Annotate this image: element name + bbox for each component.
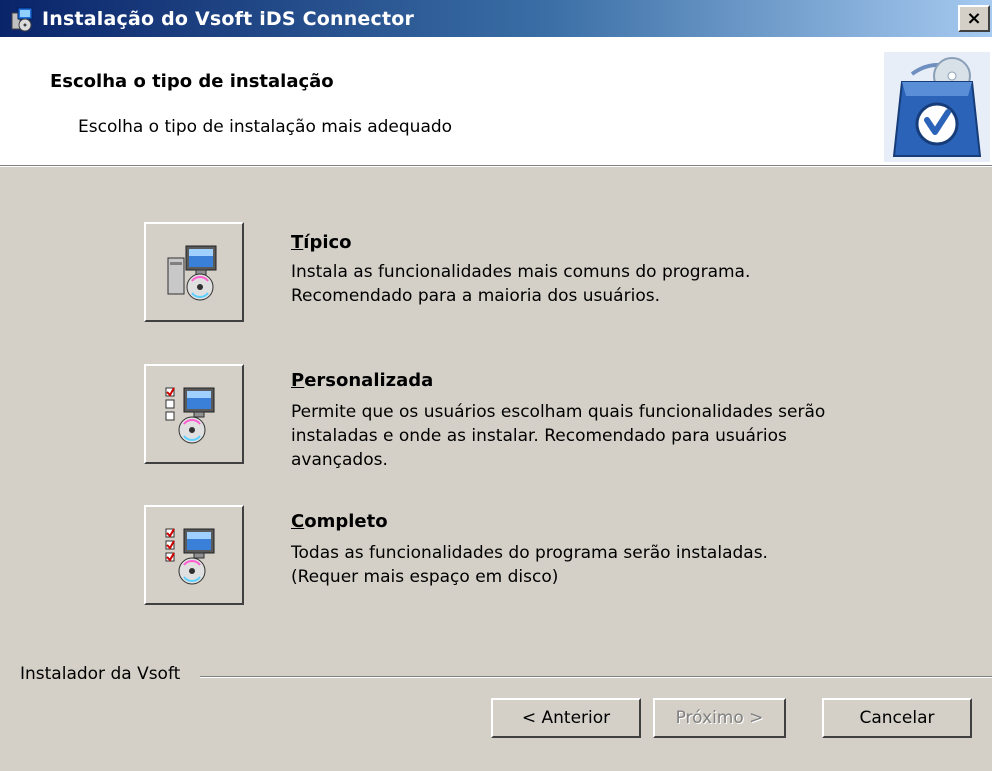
custom-install-button[interactable] bbox=[144, 364, 244, 464]
typical-install-icon bbox=[167, 245, 217, 301]
custom-description: Permite que os usuários escolham quais f… bbox=[291, 402, 826, 470]
footer-brand-line: Instalador da Vsoft bbox=[0, 664, 992, 686]
footer-separator bbox=[200, 676, 992, 678]
complete-title[interactable]: Completo bbox=[291, 511, 388, 532]
close-icon: × bbox=[966, 8, 982, 29]
header-separator bbox=[0, 165, 992, 167]
complete-install-button[interactable] bbox=[144, 505, 244, 605]
window-title: Instalação do Vsoft iDS Connector bbox=[42, 7, 415, 30]
typical-title[interactable]: Típico bbox=[291, 232, 352, 253]
page-subtitle: Escolha o tipo de instalação mais adequa… bbox=[78, 117, 453, 137]
custom-install-icon bbox=[165, 387, 215, 444]
wizard-header: Escolha o tipo de instalação Escolha o t… bbox=[0, 37, 992, 165]
custom-title[interactable]: Personalizada bbox=[291, 370, 433, 391]
cancel-button[interactable]: Cancelar bbox=[822, 698, 972, 738]
window-titlebar[interactable]: Instalação do Vsoft iDS Connector × bbox=[0, 0, 992, 37]
typical-install-button[interactable] bbox=[144, 222, 244, 322]
close-button[interactable]: × bbox=[958, 5, 990, 32]
installer-brand-label: Instalador da Vsoft bbox=[20, 664, 185, 684]
installer-bag-logo-icon bbox=[884, 52, 990, 162]
typical-description: Instala as funcionalidades mais comuns d… bbox=[291, 262, 751, 306]
installer-app-icon bbox=[11, 7, 33, 31]
next-button[interactable]: Próximo > bbox=[653, 698, 786, 738]
back-button[interactable]: < Anterior bbox=[491, 698, 641, 738]
complete-description: Todas as funcionalidades do programa ser… bbox=[291, 543, 768, 587]
complete-install-icon bbox=[165, 528, 215, 585]
page-title: Escolha o tipo de instalação bbox=[50, 71, 334, 92]
